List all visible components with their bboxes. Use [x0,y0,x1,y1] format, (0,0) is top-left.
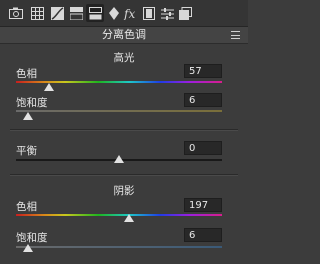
shadows-saturation-input[interactable]: 6 [184,228,222,242]
shadows-hue-label: 色相 [16,201,37,213]
shadows-hue-input[interactable]: 197 [184,198,222,212]
highlights-hue-input[interactable]: 57 [184,64,222,78]
balance-input[interactable]: 0 [184,141,222,155]
highlights-saturation-slider-track[interactable] [16,110,222,112]
hsl-icon[interactable] [67,4,85,22]
shadows-saturation-label: 饱和度 [16,232,48,244]
highlights-saturation-input[interactable]: 6 [184,93,222,107]
balance-slider-thumb[interactable] [114,155,124,163]
presets-icon[interactable] [158,4,176,22]
shadows-hue-slider-track[interactable] [16,214,222,216]
fx-effects-icon[interactable]: fx [121,4,139,22]
split-toning-icon[interactable] [86,4,104,22]
panel-toolbar: fx [0,0,248,27]
svg-text:fx: fx [123,7,135,20]
highlights-saturation-label: 饱和度 [16,97,48,109]
tone-curve-icon[interactable] [48,4,66,22]
camera-calibration-icon[interactable] [140,4,158,22]
divider [10,174,238,176]
balance-label: 平衡 [16,145,37,157]
highlights-title: 高光 [113,52,135,64]
highlights-hue-label: 色相 [16,68,37,80]
highlights-saturation-slider-thumb[interactable] [23,112,34,120]
panel-header: 分离色调 [0,27,248,44]
divider [10,129,238,131]
histogram-camera-icon[interactable] [7,4,25,22]
basic-adjust-icon[interactable] [28,4,46,22]
panel-menu-icon[interactable] [231,31,240,39]
shadows-title: 阴影 [113,185,135,197]
shadows-saturation-slider-thumb[interactable] [23,244,34,252]
shadows-saturation-slider-track[interactable] [16,246,222,248]
highlights-hue-slider-thumb[interactable] [43,83,54,91]
snapshots-icon[interactable] [176,4,194,22]
panel-title: 分离色调 [102,28,146,41]
shadows-hue-slider-thumb[interactable] [124,214,135,222]
